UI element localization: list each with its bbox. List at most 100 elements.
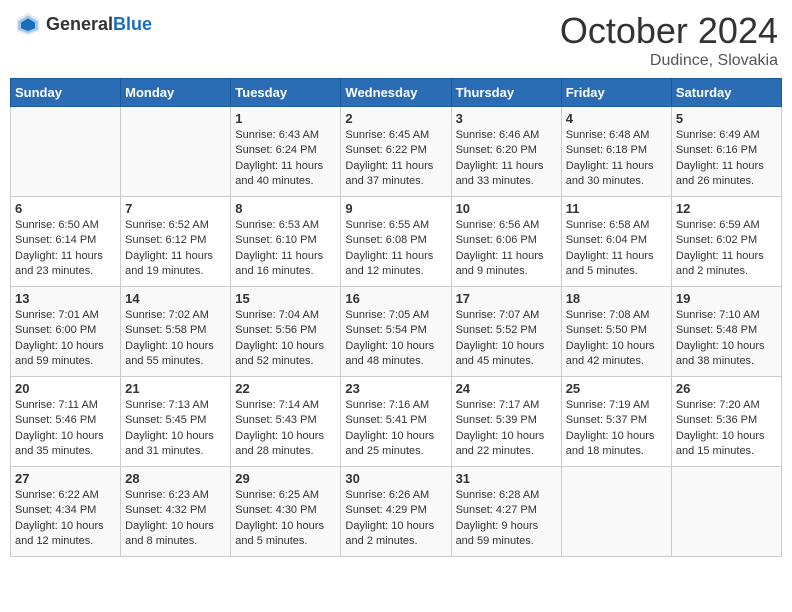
day-number: 27 (15, 471, 116, 486)
day-info: Sunrise: 6:43 AMSunset: 6:24 PMDaylight:… (235, 128, 336, 190)
day-number: 4 (566, 111, 667, 126)
calendar-cell (561, 467, 671, 557)
calendar-cell: 14Sunrise: 7:02 AMSunset: 5:58 PMDayligh… (121, 287, 231, 377)
calendar-cell: 17 Sunrise: 7:07 AMSunset: 5:52 PMDayligh… (451, 287, 561, 377)
calendar-cell: 18 Sunrise: 7:08 AMSunset: 5:50 PMDayligh… (561, 287, 671, 377)
calendar-cell (121, 107, 231, 197)
day-info: Sunrise: 7:16 AMSunset: 5:41 PMDaylight:… (345, 398, 446, 460)
day-number: 31 (456, 471, 557, 486)
calendar-cell: 9 Sunrise: 6:55 AMSunset: 6:08 PMDaylight… (341, 197, 451, 287)
calendar-cell: 23 Sunrise: 7:16 AMSunset: 5:41 PMDayligh… (341, 377, 451, 467)
calendar-cell: 2 Sunrise: 6:45 AMSunset: 6:22 PMDaylight… (341, 107, 451, 197)
day-number: 22 (235, 381, 336, 396)
calendar-week: 1Sunrise: 6:43 AMSunset: 6:24 PMDaylight… (11, 107, 782, 197)
day-number: 24 (456, 381, 557, 396)
logo-blue: Blue (113, 14, 152, 34)
calendar-cell: 25Sunrise: 7:19 AMSunset: 5:37 PMDayligh… (561, 377, 671, 467)
day-info: Sunrise: 6:53 AMSunset: 6:10 PMDaylight:… (235, 218, 336, 280)
weekday-header: Friday (561, 79, 671, 107)
calendar-cell: 27 Sunrise: 6:22 AMSunset: 4:34 PMDayligh… (11, 467, 121, 557)
day-info: Sunrise: 7:10 AMSunset: 5:48 PMDaylight:… (676, 308, 777, 370)
calendar-cell: 6Sunrise: 6:50 AMSunset: 6:14 PMDaylight… (11, 197, 121, 287)
day-info: Sunrise: 6:22 AMSunset: 4:34 PMDaylight:… (15, 488, 116, 550)
logo: GeneralBlue (14, 10, 152, 38)
calendar-cell: 22 Sunrise: 7:14 AMSunset: 5:43 PMDayligh… (231, 377, 341, 467)
calendar-cell: 20 Sunrise: 7:11 AMSunset: 5:46 PMDayligh… (11, 377, 121, 467)
day-number: 13 (15, 291, 116, 306)
day-number: 16 (345, 291, 446, 306)
calendar-cell: 10 Sunrise: 6:56 AMSunset: 6:06 PMDayligh… (451, 197, 561, 287)
day-number: 30 (345, 471, 446, 486)
calendar-cell: 19 Sunrise: 7:10 AMSunset: 5:48 PMDayligh… (671, 287, 781, 377)
day-info: Sunrise: 6:58 AMSunset: 6:04 PMDaylight:… (566, 218, 667, 280)
day-number: 8 (235, 201, 336, 216)
day-info: Sunrise: 6:52 AMSunset: 6:12 PMDaylight:… (125, 218, 226, 280)
weekday-header: Sunday (11, 79, 121, 107)
day-info: Sunrise: 6:49 AMSunset: 6:16 PMDaylight:… (676, 128, 777, 190)
day-number: 2 (345, 111, 446, 126)
day-number: 28 (125, 471, 226, 486)
logo-text: GeneralBlue (46, 15, 152, 34)
calendar-cell: 1Sunrise: 6:43 AMSunset: 6:24 PMDaylight… (231, 107, 341, 197)
calendar-week: 20 Sunrise: 7:11 AMSunset: 5:46 PMDayligh… (11, 377, 782, 467)
calendar-table: SundayMondayTuesdayWednesdayThursdayFrid… (10, 78, 782, 557)
day-number: 20 (15, 381, 116, 396)
month-title: October 2024 (560, 10, 778, 52)
day-number: 17 (456, 291, 557, 306)
weekday-header: Monday (121, 79, 231, 107)
calendar-cell: 4 Sunrise: 6:48 AMSunset: 6:18 PMDaylight… (561, 107, 671, 197)
page-header: GeneralBlue October 2024 Dudince, Slovak… (10, 10, 782, 70)
day-number: 12 (676, 201, 777, 216)
day-info: Sunrise: 7:01 AMSunset: 6:00 PMDaylight:… (15, 308, 116, 370)
weekday-header: Wednesday (341, 79, 451, 107)
day-info: Sunrise: 7:13 AMSunset: 5:45 PMDaylight:… (125, 398, 226, 460)
day-number: 25 (566, 381, 667, 396)
calendar-week: 13 Sunrise: 7:01 AMSunset: 6:00 PMDayligh… (11, 287, 782, 377)
weekday-header: Saturday (671, 79, 781, 107)
day-info: Sunrise: 6:45 AMSunset: 6:22 PMDaylight:… (345, 128, 446, 190)
day-info: Sunrise: 6:26 AMSunset: 4:29 PMDaylight:… (345, 488, 446, 550)
day-number: 19 (676, 291, 777, 306)
calendar-header: SundayMondayTuesdayWednesdayThursdayFrid… (11, 79, 782, 107)
calendar-cell (671, 467, 781, 557)
day-info: Sunrise: 6:56 AMSunset: 6:06 PMDaylight:… (456, 218, 557, 280)
calendar-cell: 28 Sunrise: 6:23 AMSunset: 4:32 PMDayligh… (121, 467, 231, 557)
calendar-cell: 3Sunrise: 6:46 AMSunset: 6:20 PMDaylight… (451, 107, 561, 197)
calendar-cell: 16 Sunrise: 7:05 AMSunset: 5:54 PMDayligh… (341, 287, 451, 377)
day-info: Sunrise: 6:55 AMSunset: 6:08 PMDaylight:… (345, 218, 446, 280)
day-number: 18 (566, 291, 667, 306)
calendar-cell: 13 Sunrise: 7:01 AMSunset: 6:00 PMDayligh… (11, 287, 121, 377)
weekday-header: Tuesday (231, 79, 341, 107)
calendar-cell: 7 Sunrise: 6:52 AMSunset: 6:12 PMDaylight… (121, 197, 231, 287)
day-number: 26 (676, 381, 777, 396)
day-number: 5 (676, 111, 777, 126)
day-info: Sunrise: 7:04 AMSunset: 5:56 PMDaylight:… (235, 308, 336, 370)
day-info: Sunrise: 6:48 AMSunset: 6:18 PMDaylight:… (566, 128, 667, 190)
day-info: Sunrise: 7:11 AMSunset: 5:46 PMDaylight:… (15, 398, 116, 460)
calendar-cell: 24 Sunrise: 7:17 AMSunset: 5:39 PMDayligh… (451, 377, 561, 467)
calendar-body: 1Sunrise: 6:43 AMSunset: 6:24 PMDaylight… (11, 107, 782, 557)
title-section: October 2024 Dudince, Slovakia (560, 10, 778, 70)
calendar-cell: 26Sunrise: 7:20 AMSunset: 5:36 PMDayligh… (671, 377, 781, 467)
calendar-cell: 31Sunrise: 6:28 AMSunset: 4:27 PMDayligh… (451, 467, 561, 557)
logo-general: General (46, 14, 113, 34)
day-number: 9 (345, 201, 446, 216)
day-number: 10 (456, 201, 557, 216)
day-info: Sunrise: 7:14 AMSunset: 5:43 PMDaylight:… (235, 398, 336, 460)
header-row: SundayMondayTuesdayWednesdayThursdayFrid… (11, 79, 782, 107)
day-info: Sunrise: 7:07 AMSunset: 5:52 PMDaylight:… (456, 308, 557, 370)
calendar-week: 27 Sunrise: 6:22 AMSunset: 4:34 PMDayligh… (11, 467, 782, 557)
day-info: Sunrise: 7:17 AMSunset: 5:39 PMDaylight:… (456, 398, 557, 460)
day-number: 23 (345, 381, 446, 396)
location: Dudince, Slovakia (560, 52, 778, 70)
calendar-cell: 30 Sunrise: 6:26 AMSunset: 4:29 PMDayligh… (341, 467, 451, 557)
calendar-cell: 15Sunrise: 7:04 AMSunset: 5:56 PMDayligh… (231, 287, 341, 377)
day-info: Sunrise: 7:05 AMSunset: 5:54 PMDaylight:… (345, 308, 446, 370)
day-number: 7 (125, 201, 226, 216)
calendar-cell: 12Sunrise: 6:59 AMSunset: 6:02 PMDayligh… (671, 197, 781, 287)
day-info: Sunrise: 6:23 AMSunset: 4:32 PMDaylight:… (125, 488, 226, 550)
day-info: Sunrise: 6:50 AMSunset: 6:14 PMDaylight:… (15, 218, 116, 280)
day-info: Sunrise: 7:02 AMSunset: 5:58 PMDaylight:… (125, 308, 226, 370)
day-info: Sunrise: 6:25 AMSunset: 4:30 PMDaylight:… (235, 488, 336, 550)
day-info: Sunrise: 7:08 AMSunset: 5:50 PMDaylight:… (566, 308, 667, 370)
